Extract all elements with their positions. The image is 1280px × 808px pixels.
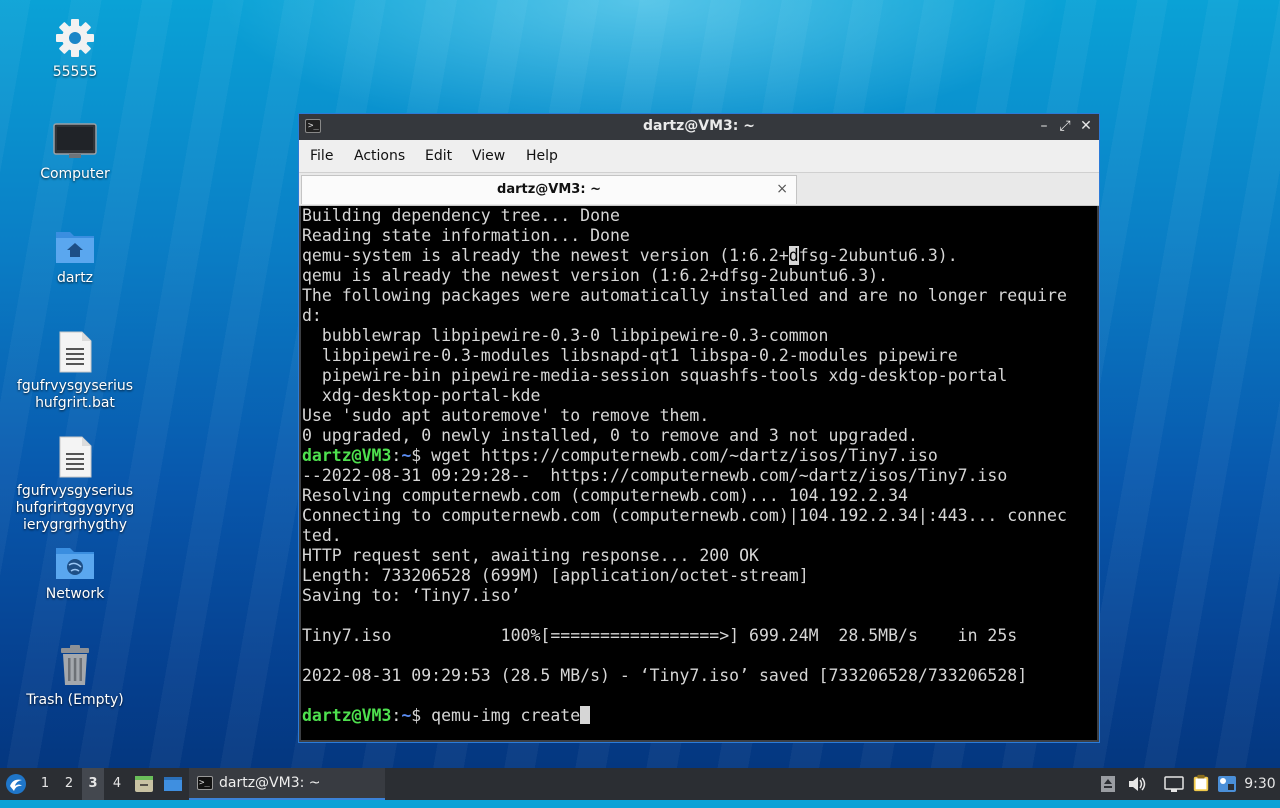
- tab-label: dartz@VM3: ~: [497, 182, 601, 197]
- taskbar: 1 2 3 4 >_ dartz@VM3: ~ 9:30: [0, 768, 1280, 800]
- terminal-line-text: qemu-system is already the newest versio…: [302, 246, 789, 265]
- desktop-icon-trash[interactable]: Trash (Empty): [10, 644, 140, 709]
- terminal-line-text: fsg-2ubuntu6.3).: [798, 246, 958, 265]
- prompt-separator: :: [391, 706, 402, 725]
- prompt-user: dartz@VM3: [302, 446, 392, 465]
- task-label: dartz@VM3: ~: [219, 775, 321, 791]
- text-file-icon: [59, 436, 92, 478]
- menu-file[interactable]: File: [310, 148, 333, 164]
- prompt-user: dartz@VM3: [302, 706, 392, 725]
- desktop-icon-label: dartz: [56, 270, 94, 286]
- menu-help[interactable]: Help: [526, 148, 558, 164]
- terminal-line: xdg-desktop-portal-kde: [302, 386, 541, 405]
- prompt-dollar: $: [411, 446, 422, 465]
- desktop-icon-label: fgufrvysgyserius hufgrirtggygyryg ierygr…: [15, 483, 135, 533]
- desktop-icon-label: Computer: [40, 166, 110, 182]
- show-desktop-button[interactable]: [160, 768, 186, 800]
- prompt-path: ~: [401, 446, 412, 465]
- taskbar-task-terminal[interactable]: >_ dartz@VM3: ~: [189, 768, 385, 800]
- window-titlebar[interactable]: >_ dartz@VM3: ~ – ⤢ ✕: [299, 114, 1099, 140]
- workspace-1[interactable]: 1: [34, 768, 56, 800]
- prompt-dollar: $: [411, 706, 422, 725]
- terminal-icon: >_: [197, 776, 213, 790]
- menu-edit[interactable]: Edit: [425, 148, 452, 164]
- monitor-icon: [53, 123, 97, 158]
- terminal-line: 2022-08-31 09:29:53 (28.5 MB/s) - ‘Tiny7…: [302, 666, 1028, 685]
- terminal-line: Tiny7.iso 100%[=================>] 699.2…: [302, 626, 1018, 645]
- menu-actions[interactable]: Actions: [354, 148, 405, 164]
- tab-close-icon[interactable]: ×: [776, 181, 788, 197]
- lubuntu-logo-icon: [6, 774, 26, 794]
- trash-icon: [61, 645, 89, 685]
- terminal-line: Resolving computernewb.com (computernewb…: [302, 486, 908, 505]
- clock[interactable]: 9:30: [1242, 768, 1278, 800]
- terminal-line: The following packages were automaticall…: [302, 286, 1067, 305]
- volume-icon[interactable]: [1127, 775, 1147, 793]
- display-tray-icon[interactable]: [1164, 775, 1184, 793]
- desktop-icon-computer[interactable]: Computer: [10, 122, 140, 183]
- menu-bar: File Actions Edit View Help: [299, 140, 1099, 173]
- terminal-cursor: [580, 706, 591, 724]
- workspace-4[interactable]: 4: [106, 768, 128, 800]
- desktop-icon-label: Trash (Empty): [26, 692, 124, 708]
- close-button[interactable]: ✕: [1077, 117, 1095, 135]
- workspace-3[interactable]: 3: [82, 768, 104, 800]
- terminal-text[interactable]: Building dependency tree... Done Reading …: [301, 206, 1097, 726]
- terminal-line: Reading state information... Done: [302, 226, 630, 245]
- terminal-line: Saving to: ‘Tiny7.iso’: [302, 586, 521, 605]
- terminal-line: Use 'sudo apt autoremove' to remove them…: [302, 406, 710, 425]
- terminal-line: Length: 733206528 (699M) [application/oc…: [302, 566, 809, 585]
- desktop-icon-text-file[interactable]: fgufrvysgyserius hufgrirtggygyryg ierygr…: [10, 435, 140, 534]
- desktop-icon: [164, 777, 182, 791]
- tab-terminal[interactable]: dartz@VM3: ~ ×: [301, 175, 797, 204]
- file-manager-launcher[interactable]: [132, 768, 156, 800]
- prompt-separator: :: [391, 446, 402, 465]
- minimize-button[interactable]: –: [1035, 117, 1053, 135]
- desktop-icon-bat-file[interactable]: fgufrvysgyserius hufgrirt.bat: [10, 330, 140, 412]
- window-title: dartz@VM3: ~: [643, 118, 755, 134]
- terminal-line: dartz@VM3:~$ qemu-img create: [302, 706, 1097, 726]
- terminal-line: --2022-08-31 09:29:28-- https://computer…: [302, 466, 1008, 485]
- eject-icon[interactable]: [1100, 775, 1116, 793]
- terminal-line: HTTP request sent, awaiting response... …: [302, 546, 759, 565]
- terminal-line: 0 upgraded, 0 newly installed, 0 to remo…: [302, 426, 918, 445]
- tab-bar: dartz@VM3: ~ ×: [299, 173, 1099, 206]
- desktop-icon-label: 55555: [52, 64, 98, 80]
- desktop-icon-label: Network: [45, 586, 105, 602]
- clipboard-icon[interactable]: [1192, 774, 1210, 792]
- network-folder-icon: [56, 548, 94, 579]
- maximize-button[interactable]: ⤢: [1056, 117, 1074, 135]
- desktop-icon-dartz[interactable]: dartz: [10, 226, 140, 287]
- terminal-line: bubblewrap libpipewire-0.3-0 libpipewire…: [302, 326, 829, 345]
- terminal-line: qemu-system is already the newest versio…: [302, 246, 1097, 266]
- terminal-line: Building dependency tree... Done: [302, 206, 620, 225]
- terminal-line: pipewire-bin pipewire-media-session squa…: [302, 366, 1008, 385]
- menu-view[interactable]: View: [472, 148, 505, 164]
- terminal-window[interactable]: >_ dartz@VM3: ~ – ⤢ ✕ File Actions Edit …: [298, 113, 1100, 743]
- terminal-line: qemu is already the newest version (1:6.…: [302, 266, 889, 285]
- workspace-2[interactable]: 2: [58, 768, 80, 800]
- gear-icon: [56, 19, 94, 57]
- terminal-line: Connecting to computernewb.com (computer…: [302, 506, 1067, 525]
- desktop-icon-55555[interactable]: 55555: [10, 16, 140, 81]
- desktop-icon-label: fgufrvysgyserius hufgrirt.bat: [16, 378, 134, 411]
- file-cabinet-icon: [135, 776, 153, 792]
- home-folder-icon: [56, 232, 94, 263]
- desktop-icon-network[interactable]: Network: [10, 542, 140, 603]
- terminal-command: qemu-img create: [421, 706, 581, 725]
- terminal-line: libpipewire-0.3-modules libsnapd-qt1 lib…: [302, 346, 958, 365]
- terminal-line: d:: [302, 306, 322, 325]
- text-selection-highlight: d: [788, 246, 799, 265]
- text-file-icon: [59, 331, 92, 373]
- terminal-line: dartz@VM3:~$ wget https://computernewb.c…: [302, 446, 1097, 466]
- notification-icon[interactable]: [1217, 775, 1237, 793]
- start-menu-button[interactable]: [2, 768, 30, 800]
- prompt-path: ~: [401, 706, 412, 725]
- terminal-command: wget https://computernewb.com/~dartz/iso…: [421, 446, 938, 465]
- terminal-output[interactable]: Building dependency tree... Done Reading …: [301, 206, 1097, 740]
- terminal-line: ted.: [302, 526, 342, 545]
